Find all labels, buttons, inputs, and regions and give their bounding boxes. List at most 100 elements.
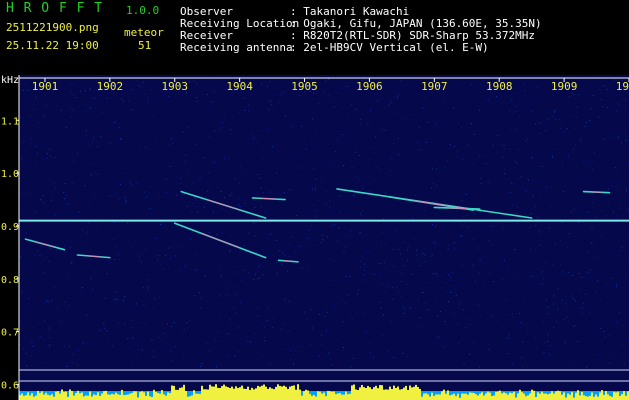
- noise-dot: [112, 239, 114, 241]
- noise-dot: [32, 345, 34, 347]
- noise-dot: [460, 236, 462, 237]
- level-bar: [199, 393, 201, 400]
- noise-dot: [350, 136, 352, 138]
- level-bar: [221, 386, 223, 400]
- noise-dot: [561, 271, 563, 273]
- level-bar: [311, 395, 313, 400]
- noise-dot: [561, 289, 563, 290]
- noise-dot: [158, 337, 160, 339]
- noise-dot: [383, 218, 385, 220]
- level-bar: [581, 392, 583, 400]
- noise-dot: [608, 188, 609, 190]
- noise-dot: [30, 115, 32, 116]
- level-bar: [193, 390, 195, 400]
- noise-dot: [248, 157, 249, 159]
- noise-dot: [505, 300, 507, 302]
- info-value-antenna: : 2el-HB9CV Vertical (el. E-W): [290, 41, 489, 54]
- noise-dot: [59, 85, 61, 87]
- noise-dot: [40, 198, 42, 200]
- noise-dot: [58, 96, 60, 98]
- noise-dot: [290, 350, 292, 351]
- noise-dot: [307, 265, 309, 267]
- noise-dot: [555, 320, 557, 322]
- noise-dot: [362, 313, 364, 315]
- level-bar: [365, 388, 367, 400]
- noise-dot: [513, 80, 515, 82]
- noise-dot: [402, 305, 404, 307]
- noise-dot: [553, 355, 555, 357]
- noise-dot: [330, 207, 332, 209]
- noise-dot: [392, 298, 394, 300]
- noise-dot: [306, 318, 308, 320]
- level-bar: [179, 387, 181, 400]
- noise-dot: [347, 281, 349, 283]
- noise-dot: [336, 295, 338, 297]
- level-bar: [243, 388, 245, 400]
- noise-dot: [561, 222, 563, 223]
- noise-dot: [224, 197, 226, 199]
- noise-dot: [618, 104, 620, 106]
- noise-dot: [337, 240, 339, 242]
- level-bar: [65, 391, 67, 400]
- noise-dot: [543, 352, 545, 354]
- noise-dot: [171, 325, 172, 327]
- noise-dot: [287, 270, 289, 272]
- app-title: H R O F F T: [6, 1, 104, 16]
- noise-dot: [46, 158, 48, 159]
- noise-dot: [196, 101, 198, 102]
- noise-dot: [398, 94, 400, 96]
- noise-dot: [618, 312, 620, 314]
- level-bar: [59, 393, 61, 400]
- noise-dot: [491, 244, 493, 246]
- noise-dot: [568, 96, 570, 98]
- noise-dot: [49, 344, 51, 346]
- noise-dot: [374, 136, 376, 138]
- noise-dot: [313, 168, 315, 170]
- noise-dot: [565, 302, 567, 304]
- level-bar: [345, 391, 347, 400]
- level-bar: [407, 390, 409, 400]
- noise-dot: [580, 138, 582, 140]
- level-bar: [87, 395, 89, 400]
- noise-dot: [590, 108, 592, 110]
- noise-dot: [396, 292, 398, 294]
- noise-dot: [531, 110, 533, 112]
- level-bar: [487, 391, 489, 400]
- noise-dot: [46, 105, 48, 106]
- noise-dot: [398, 248, 400, 250]
- noise-dot: [265, 210, 267, 212]
- noise-dot: [65, 126, 67, 128]
- noise-dot: [231, 97, 233, 99]
- noise-dot: [145, 324, 147, 326]
- noise-dot: [144, 94, 146, 95]
- noise-dot: [157, 258, 159, 260]
- level-bar: [367, 386, 369, 400]
- noise-dot: [203, 118, 205, 120]
- level-bar: [615, 392, 617, 400]
- level-bar: [441, 391, 443, 400]
- noise-dot: [55, 104, 57, 106]
- noise-dot: [90, 259, 92, 261]
- noise-dot: [90, 173, 91, 175]
- noise-dot: [473, 122, 475, 124]
- noise-dot: [143, 304, 145, 306]
- noise-dot: [612, 186, 614, 187]
- level-bar: [395, 388, 397, 400]
- noise-dot: [625, 99, 627, 101]
- noise-dot: [246, 174, 248, 176]
- noise-dot: [554, 110, 556, 112]
- noise-dot: [60, 109, 62, 111]
- noise-dot: [139, 256, 141, 258]
- noise-dot: [492, 225, 494, 227]
- x-tick-label: 1902: [97, 80, 124, 93]
- noise-dot: [515, 130, 517, 132]
- noise-dot: [167, 209, 169, 211]
- noise-dot: [179, 269, 181, 271]
- noise-dot: [508, 337, 510, 339]
- noise-dot: [351, 167, 353, 168]
- level-bar: [21, 393, 23, 400]
- noise-dot: [400, 80, 402, 82]
- noise-dot: [261, 324, 263, 326]
- level-bar: [157, 393, 159, 400]
- noise-dot: [328, 78, 330, 80]
